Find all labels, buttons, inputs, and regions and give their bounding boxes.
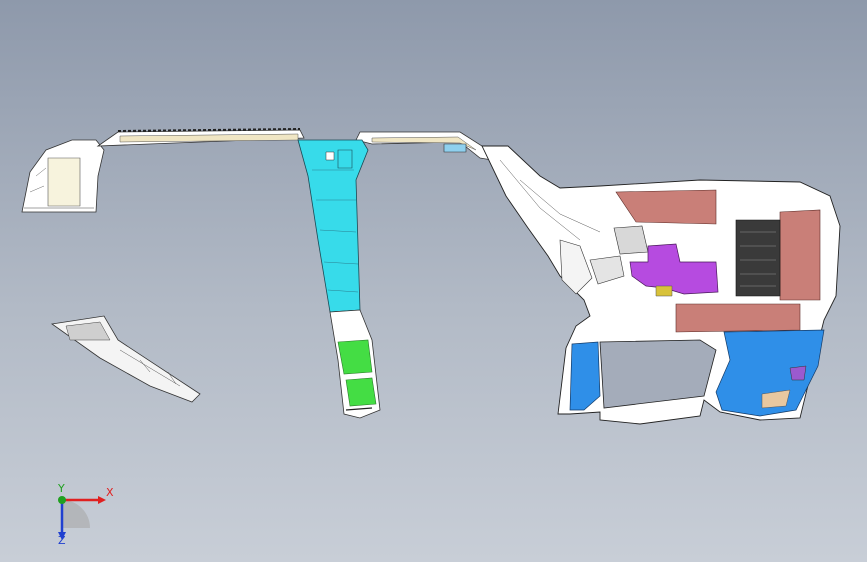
triad-y-label: Y [58, 482, 65, 495]
triad-z-label: Z [58, 534, 66, 547]
coordinate-triad: X Y Z [40, 478, 120, 548]
b-pillar-upper-trim[interactable] [297, 139, 369, 313]
b-pillar-lower-trim[interactable] [329, 309, 381, 419]
triad-x-label: X [106, 486, 114, 499]
rear-left-quarter-trim[interactable] [21, 139, 105, 213]
loose-pillar-fragment[interactable] [50, 315, 201, 403]
cad-viewport[interactable] [0, 0, 867, 562]
roof-side-rail-trim[interactable] [96, 128, 493, 161]
